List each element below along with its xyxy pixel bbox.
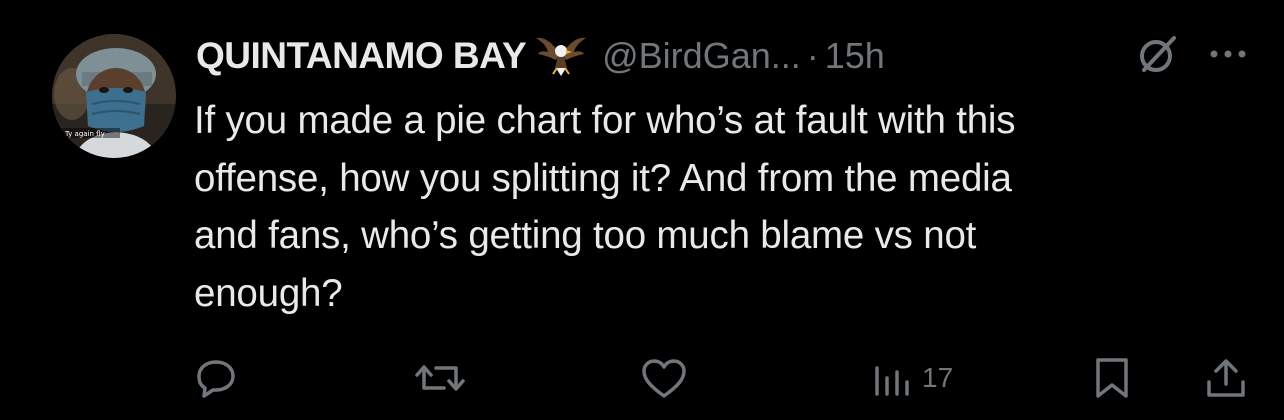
user-handle[interactable]: @BirdGan...	[602, 35, 801, 77]
display-name[interactable]: QUINTANAMO BAY	[196, 35, 527, 77]
grok-icon[interactable]	[1136, 32, 1180, 76]
view-count: 17	[922, 362, 954, 393]
avatar-caption: Ty again fly	[64, 130, 105, 138]
like-button[interactable]	[640, 356, 688, 400]
heart-icon	[642, 359, 686, 398]
tweet-text: If you made a pie chart for who’s at fau…	[194, 99, 1016, 315]
retweet-button[interactable]	[414, 356, 466, 400]
avatar-image: Ty again fly	[52, 34, 176, 158]
more-options-icon[interactable]	[1206, 36, 1250, 72]
bookmark-icon	[1096, 358, 1128, 398]
tweet-header: QUINTANAMO BAY @BirdGan... · 15h	[196, 28, 885, 84]
separator-dot: ·	[806, 35, 819, 76]
share-button[interactable]	[1204, 356, 1248, 400]
views-button[interactable]: 17	[872, 356, 953, 400]
timestamp[interactable]: 15h	[825, 35, 885, 77]
reply-button[interactable]	[194, 356, 238, 400]
eagle-icon	[534, 34, 588, 78]
bookmark-button[interactable]	[1094, 356, 1130, 400]
views-bar-chart-icon	[875, 366, 909, 396]
tweet-card[interactable]: Ty again fly QUINTANAMO BAY @BirdGan... …	[0, 0, 1284, 420]
retweet-icon	[415, 365, 465, 391]
avatar[interactable]: Ty again fly	[52, 34, 176, 158]
share-icon	[1207, 359, 1245, 397]
reply-icon	[197, 360, 235, 398]
